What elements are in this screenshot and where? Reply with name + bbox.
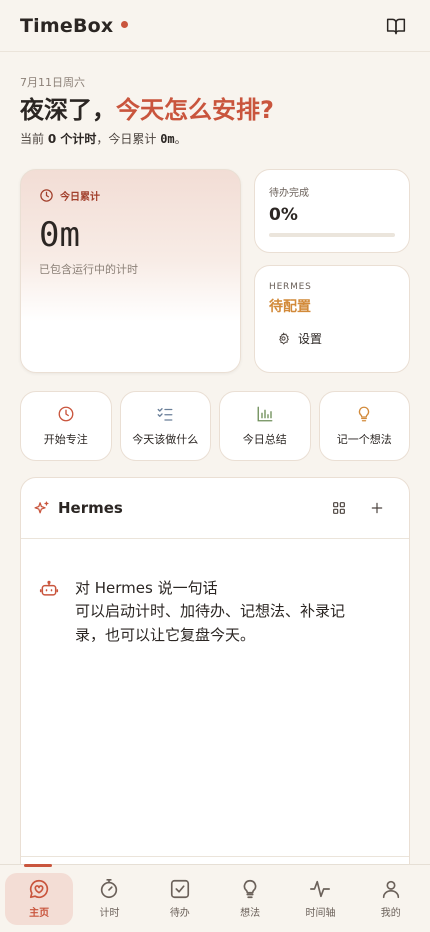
lightbulb-icon bbox=[359, 406, 370, 422]
quick-action-plan-today[interactable]: 今天该做什么 bbox=[119, 391, 211, 461]
headline-prefix: 夜深了， bbox=[20, 96, 116, 124]
hermes-message-body: 可以启动计时、加待办、记想法、补录记录，也可以让它复盘今天。 bbox=[75, 602, 346, 644]
clock-icon bbox=[58, 406, 74, 422]
tab-label: 我的 bbox=[380, 908, 401, 919]
lightbulb-icon bbox=[243, 879, 257, 899]
date-label: 7月11日周六 bbox=[20, 76, 85, 89]
summary-end: 。 bbox=[174, 132, 187, 146]
quick-action-label: 记一个想法 bbox=[336, 433, 392, 446]
tab-ideas[interactable]: 想法 bbox=[216, 873, 284, 925]
hermes-panel: Hermes 对 Hermes 说一句话 可以启动计时、加待办、记想法、补录记录… bbox=[20, 477, 410, 877]
quick-action-note-idea[interactable]: 记一个想法 bbox=[318, 391, 410, 461]
quick-action-label: 今天该做什么 bbox=[132, 433, 199, 446]
quick-action-label: 开始专注 bbox=[43, 433, 88, 446]
todo-progress-label: 待办完成 bbox=[269, 188, 309, 199]
headline-accent: 今天怎么安排? bbox=[116, 96, 274, 124]
hermes-panel-actions bbox=[331, 500, 397, 516]
tab-profile[interactable]: 我的 bbox=[357, 873, 425, 925]
checklist-icon bbox=[157, 408, 173, 421]
hermes-card-label: HERMES bbox=[269, 282, 312, 292]
book-open-icon bbox=[386, 18, 406, 34]
tab-timeline[interactable]: 时间轴 bbox=[286, 873, 354, 925]
brand: TimeBox bbox=[20, 14, 129, 37]
plus-icon[interactable] bbox=[369, 500, 385, 516]
summary-mid: ，今日累计 bbox=[96, 132, 161, 146]
today-total-label: 今日累计 bbox=[60, 192, 100, 203]
tab-label: 主页 bbox=[29, 908, 50, 919]
quick-action-start-focus[interactable]: 开始专注 bbox=[20, 391, 112, 461]
tab-label: 待办 bbox=[169, 908, 190, 919]
greeting-section: 7月11日周六 夜深了，今天怎么安排? 当前 0 个计时，今日累计 0m。 bbox=[0, 52, 430, 147]
today-total-card[interactable]: 今日累计 0m 已包含运行中的计时 bbox=[20, 169, 241, 373]
hermes-panel-title: Hermes bbox=[33, 499, 123, 517]
app-title: TimeBox bbox=[20, 14, 114, 37]
total-today: 0m bbox=[160, 132, 175, 146]
quick-action-daily-summary[interactable]: 今日总结 bbox=[219, 391, 311, 461]
todo-progress-card[interactable]: 待办完成 0% bbox=[254, 169, 410, 253]
app-header: TimeBox bbox=[0, 0, 430, 52]
hermes-message-title: 对 Hermes 说一句话 bbox=[75, 579, 218, 597]
hermes-settings-button[interactable]: 设置 bbox=[277, 330, 395, 347]
home-heart-icon bbox=[30, 879, 49, 899]
bar-chart-icon bbox=[257, 406, 273, 422]
quick-action-label: 今日总结 bbox=[242, 433, 287, 446]
checkbox-icon bbox=[170, 879, 189, 899]
pulse-icon bbox=[310, 880, 331, 898]
todo-progress-value: 0% bbox=[269, 205, 298, 225]
hermes-panel-title-text: Hermes bbox=[58, 499, 123, 517]
panel-divider bbox=[21, 856, 409, 857]
today-total-value: 0m bbox=[39, 215, 80, 255]
clock-icon bbox=[40, 189, 53, 202]
user-icon bbox=[382, 880, 399, 899]
page-title: 夜深了，今天怎么安排? bbox=[20, 94, 410, 126]
stopwatch-icon bbox=[101, 879, 118, 899]
robot-icon bbox=[39, 580, 59, 596]
tab-active-indicator bbox=[24, 864, 52, 867]
tab-label: 时间轴 bbox=[305, 908, 336, 919]
tab-label: 计时 bbox=[99, 908, 120, 919]
tab-timer[interactable]: 计时 bbox=[75, 873, 143, 925]
timer-count: 0 个计时 bbox=[47, 132, 97, 146]
grid-icon[interactable] bbox=[331, 500, 347, 516]
status-dot bbox=[121, 21, 129, 28]
tab-label: 想法 bbox=[240, 908, 261, 919]
hermes-message: 对 Hermes 说一句话 可以启动计时、加待办、记想法、补录记录，也可以让它复… bbox=[75, 577, 371, 647]
hermes-panel-body: 对 Hermes 说一句话 可以启动计时、加待办、记想法、补录记录，也可以让它复… bbox=[21, 539, 409, 647]
today-total-header: 今日累计 bbox=[39, 188, 222, 203]
today-total-note: 已包含运行中的计时 bbox=[39, 263, 138, 276]
hermes-card-status: 待配置 bbox=[269, 299, 311, 315]
summary-pre: 当前 bbox=[20, 132, 48, 146]
hermes-settings-label: 设置 bbox=[298, 332, 323, 346]
hermes-status-card[interactable]: HERMES 待配置 设置 bbox=[254, 265, 410, 373]
book-button[interactable] bbox=[382, 12, 410, 40]
hermes-panel-header: Hermes bbox=[21, 478, 409, 539]
stats-cards: 今日累计 0m 已包含运行中的计时 待办完成 0% HERMES 待配置 设置 bbox=[20, 169, 410, 373]
bottom-tab-bar: 主页 计时 待办 想法 时间轴 我的 bbox=[0, 864, 430, 932]
tab-todo[interactable]: 待办 bbox=[146, 873, 214, 925]
tab-home[interactable]: 主页 bbox=[5, 872, 74, 925]
todo-progress-bar bbox=[269, 233, 395, 237]
quick-actions: 开始专注 今天该做什么 今日总结 记一个想法 bbox=[20, 391, 410, 461]
gear-icon bbox=[279, 332, 289, 345]
summary-line: 当前 0 个计时，今日累计 0m。 bbox=[20, 130, 410, 147]
sparkles-icon bbox=[34, 500, 49, 513]
